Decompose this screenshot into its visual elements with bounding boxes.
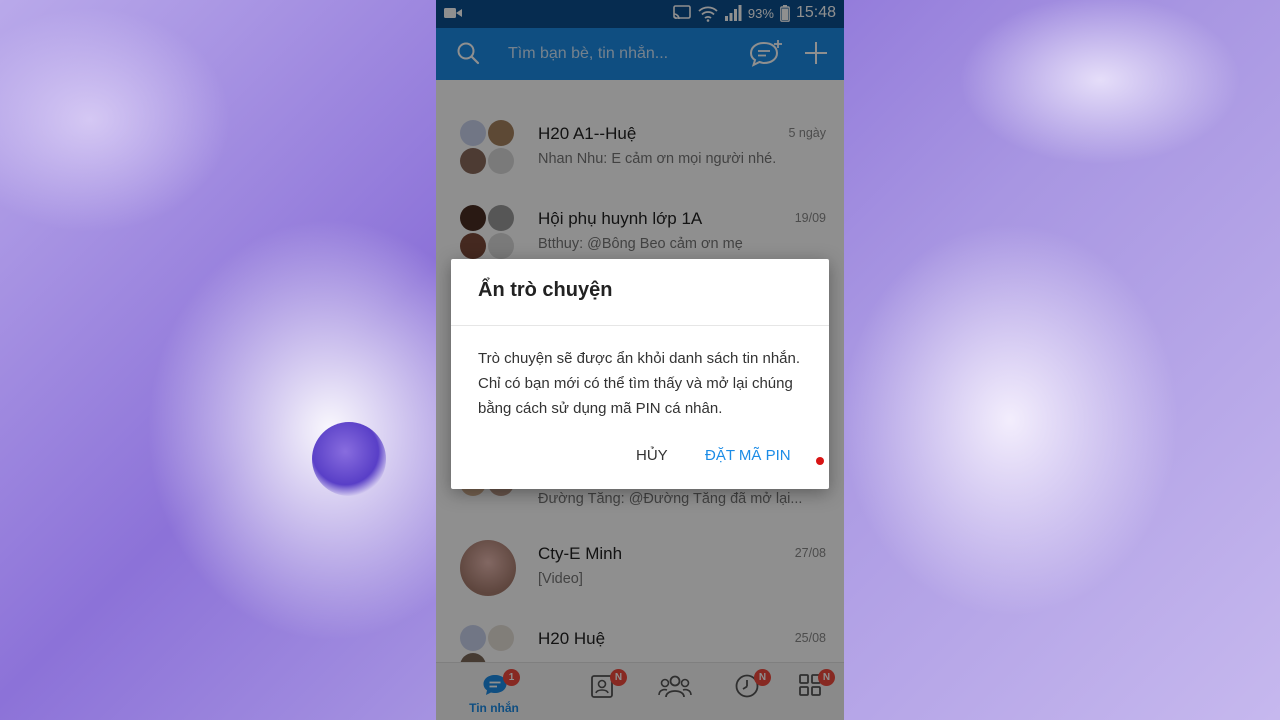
phone-screen: 93% 15:48 H20 A1--Huệ Nhan Nhu: E cảm ơn…	[436, 0, 844, 720]
set-pin-button[interactable]: ĐẶT MÃ PIN	[705, 447, 791, 464]
hide-conversation-dialog: Ẩn trò chuyện Trò chuyện sẽ được ẩn khỏi…	[451, 259, 829, 489]
dialog-title: Ẩn trò chuyện	[478, 279, 613, 301]
touch-indicator	[816, 457, 824, 465]
cancel-button[interactable]: HỦY	[636, 447, 668, 464]
background-orb	[312, 422, 386, 496]
dialog-message: Trò chuyện sẽ được ẩn khỏi danh sách tin…	[478, 350, 801, 417]
dialog-divider	[451, 325, 829, 326]
